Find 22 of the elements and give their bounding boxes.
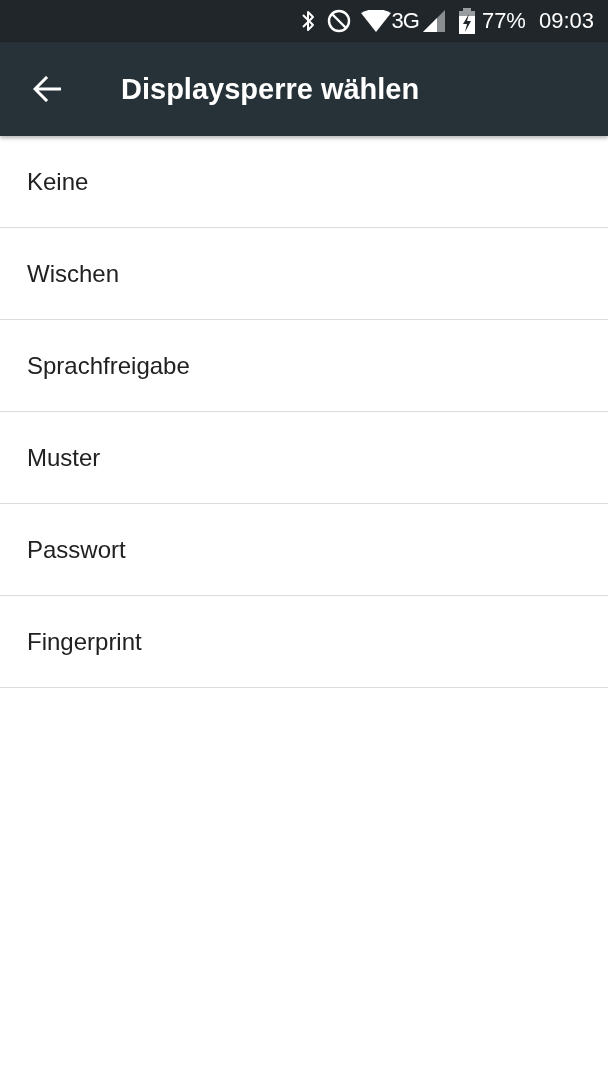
back-arrow-icon [33, 76, 61, 102]
list-item[interactable]: Sprachfreigabe [0, 320, 608, 412]
list-item[interactable]: Fingerprint [0, 596, 608, 688]
list-item[interactable]: Muster [0, 412, 608, 504]
list-item[interactable]: Keine [0, 136, 608, 228]
item-label: Keine [27, 167, 89, 196]
signal-icon [422, 10, 445, 32]
item-label: Passwort [27, 535, 126, 564]
list-item[interactable]: Wischen [0, 228, 608, 320]
item-label: Wischen [27, 259, 120, 288]
network-type: 3G [391, 8, 419, 34]
list-item[interactable]: Passwort [0, 504, 608, 596]
item-label: Fingerprint [27, 627, 142, 656]
item-label: Sprachfreigabe [27, 351, 190, 380]
screen-title: Displaysperre wählen [121, 72, 420, 106]
battery-charging-icon [458, 8, 475, 34]
wifi-icon [360, 10, 391, 32]
battery-percent: 77% [481, 8, 526, 34]
item-label: Muster [27, 443, 101, 472]
clock-time: 09:03 [538, 8, 594, 34]
do-not-disturb-icon [326, 9, 351, 33]
bluetooth-icon [300, 9, 315, 33]
